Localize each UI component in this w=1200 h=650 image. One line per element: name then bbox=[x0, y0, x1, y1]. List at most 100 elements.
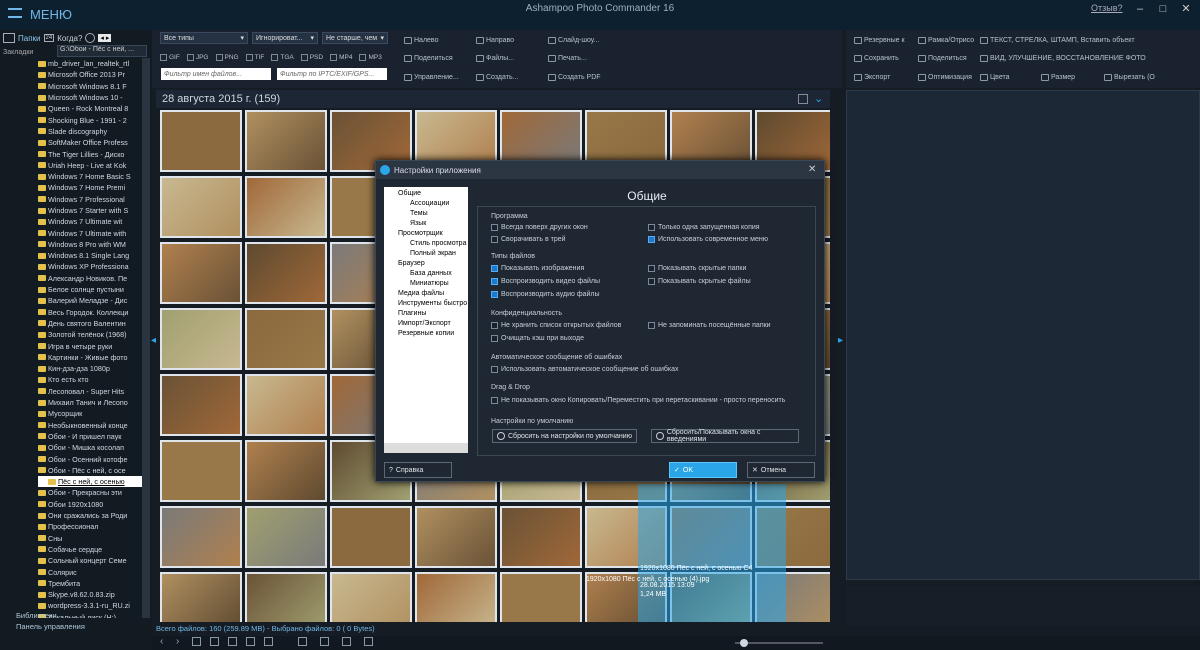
settings-nav-item[interactable]: Браузер bbox=[398, 260, 425, 267]
reset-windows-button[interactable]: Сбросить/Показывать окна с введениями bbox=[651, 429, 799, 443]
slideshow-button[interactable]: Слайд-шоу... bbox=[548, 35, 599, 46]
colors-button[interactable]: Цвета bbox=[980, 72, 1010, 83]
save-button[interactable]: Сохранить bbox=[854, 53, 899, 64]
tree-item[interactable]: Обои - Прекрасны эти bbox=[38, 487, 142, 498]
tree-item[interactable]: Queen - Rock Montreal 8 bbox=[38, 103, 142, 114]
option-checkbox[interactable]: Воспроизводить аудио файлы bbox=[491, 291, 600, 298]
tree-item[interactable]: Золотой телёнок (1968) bbox=[38, 329, 142, 340]
tree-item[interactable]: Собачье сердце bbox=[38, 544, 142, 555]
menu-icon[interactable] bbox=[8, 8, 22, 18]
control-panel-item[interactable]: Панель управления bbox=[16, 622, 152, 631]
format-checkbox[interactable]: PNG bbox=[215, 52, 239, 62]
tree-item[interactable]: Солярис bbox=[38, 566, 142, 577]
cut-button[interactable]: Вырезать (О bbox=[1104, 72, 1155, 83]
tree-item[interactable]: Windows XP Professiona bbox=[38, 261, 142, 272]
rotate-left-button[interactable]: Налево bbox=[404, 35, 438, 46]
settings-nav-item[interactable]: Просмотрщик bbox=[398, 230, 443, 237]
photo-thumbnail[interactable] bbox=[245, 176, 327, 238]
settings-nav-item[interactable]: Инструменты быстро bbox=[398, 300, 467, 307]
settings-nav-item[interactable]: Медиа файлы bbox=[398, 290, 444, 297]
option-checkbox[interactable]: Только одна запущенная копия bbox=[648, 224, 760, 231]
tree-item[interactable]: Весь Городок. Коллекци bbox=[38, 307, 142, 318]
rotate-right-button[interactable]: Направо bbox=[476, 35, 514, 46]
type-filter-select[interactable]: Все типы ▾ bbox=[160, 32, 248, 44]
tree-item[interactable]: Необыкновенный конце bbox=[38, 420, 142, 431]
maximize-button[interactable]: □ bbox=[1153, 2, 1173, 16]
photo-thumbnail[interactable] bbox=[500, 506, 582, 568]
tree-item[interactable]: Сны bbox=[38, 532, 142, 543]
right-scroll-arrow-icon[interactable]: ▸ bbox=[838, 335, 843, 346]
tree-item[interactable]: Сольный концерт Семе bbox=[38, 555, 142, 566]
format-checkbox[interactable]: TGA bbox=[271, 52, 294, 62]
tree-item[interactable]: Игра в четыре руки bbox=[38, 340, 142, 351]
settings-nav-item[interactable]: Темы bbox=[410, 210, 428, 217]
settings-nav-item[interactable]: Общие bbox=[398, 190, 421, 197]
settings-nav-item[interactable]: Импорт/Экспорт bbox=[398, 320, 451, 327]
tree-item[interactable]: Трембита bbox=[38, 578, 142, 589]
photo-thumbnail[interactable] bbox=[330, 572, 412, 622]
settings-nav-item[interactable]: Миниатюры bbox=[410, 280, 449, 287]
scroll-arrows[interactable]: ◂ ▸ bbox=[98, 34, 112, 42]
option-checkbox[interactable]: Всегда поверх других окон bbox=[491, 224, 588, 231]
close-button[interactable]: ✕ bbox=[1176, 2, 1196, 16]
flag-icon[interactable] bbox=[342, 637, 351, 646]
minimize-button[interactable]: – bbox=[1130, 2, 1150, 16]
tree-item[interactable]: Microsoft Office 2013 Pr bbox=[38, 69, 142, 80]
filter-icon[interactable] bbox=[264, 637, 273, 646]
tree-item[interactable]: Кто есть кто bbox=[38, 374, 142, 385]
settings-nav-item[interactable]: Резервные копии bbox=[398, 330, 454, 337]
photo-thumbnail[interactable] bbox=[245, 242, 327, 304]
photo-thumbnail[interactable] bbox=[245, 440, 327, 502]
format-checkbox[interactable]: MP4 bbox=[330, 52, 352, 62]
tree-item[interactable]: Они сражались за Роди bbox=[38, 510, 142, 521]
manage-button[interactable]: Управление... bbox=[404, 72, 459, 83]
photo-thumbnail[interactable] bbox=[330, 506, 412, 568]
photo-thumbnail[interactable] bbox=[160, 176, 242, 238]
tree-item[interactable]: Windows 8.1 Single Lang bbox=[38, 250, 142, 261]
option-checkbox[interactable]: Показывать скрытые папки bbox=[648, 265, 746, 272]
settings-nav-item[interactable]: База данных bbox=[410, 270, 452, 277]
tree-item[interactable]: The Tiger Lillies - Диско bbox=[38, 148, 142, 159]
ignore-select[interactable]: Игнорироват... ▾ bbox=[252, 32, 318, 44]
tree-item[interactable]: Обои - Мишка косолап bbox=[38, 442, 142, 453]
tree-item[interactable]: Михаил Танич и Лесопо bbox=[38, 397, 142, 408]
option-checkbox[interactable]: Показывать скрытые файлы bbox=[648, 278, 751, 285]
option-checkbox[interactable]: Не показывать окно Копировать/Переместит… bbox=[491, 397, 785, 404]
tree-item[interactable]: Uriah Heep - Live at Kok bbox=[38, 160, 142, 171]
photo-thumbnail[interactable] bbox=[160, 242, 242, 304]
text-stamp-button[interactable]: ТЕКСТ, СТРЕЛКА, ШТАМП, Вставить объект bbox=[980, 35, 1135, 46]
backup-button[interactable]: Резервные к bbox=[854, 35, 905, 46]
tree-item[interactable]: Windows 7 Starter with S bbox=[38, 205, 142, 216]
option-checkbox[interactable]: Не запоминать посещённые папки bbox=[648, 322, 771, 329]
left-scroll-arrow-icon[interactable]: ◂ bbox=[151, 335, 156, 346]
files-button[interactable]: Файлы... bbox=[476, 53, 514, 64]
collapse-chevron-icon[interactable]: ⌄ bbox=[814, 92, 823, 105]
tree-item[interactable]: Лесоповал - Super Hits bbox=[38, 386, 142, 397]
select-all-checkbox[interactable] bbox=[798, 94, 808, 104]
nav-scrollbar[interactable] bbox=[384, 443, 468, 453]
tab-when[interactable]: Когда? bbox=[57, 34, 82, 43]
sort-icon[interactable] bbox=[298, 637, 307, 646]
tab-folders[interactable]: Папки bbox=[18, 34, 41, 43]
optimize-button[interactable]: Оптимизация bbox=[918, 72, 972, 83]
tree-item[interactable]: Slade discography bbox=[38, 126, 142, 137]
create-button[interactable]: Создать... bbox=[476, 72, 518, 83]
up-icon[interactable] bbox=[192, 637, 201, 646]
tree-item[interactable]: Александр Новиков. Пе bbox=[38, 273, 142, 284]
format-checkbox[interactable]: TIF bbox=[245, 52, 264, 62]
folder-up-icon[interactable] bbox=[210, 637, 219, 646]
option-checkbox[interactable]: Сворачивать в трей bbox=[491, 236, 566, 243]
cancel-button[interactable]: ✕ Отмена bbox=[747, 462, 815, 478]
tree-item[interactable]: Обои 1920x1080 bbox=[38, 499, 142, 510]
help-button[interactable]: ? Справка bbox=[384, 462, 452, 478]
share-button[interactable]: Поделиться bbox=[404, 53, 453, 64]
photo-thumbnail[interactable] bbox=[245, 110, 327, 172]
photo-thumbnail[interactable] bbox=[415, 506, 497, 568]
globe-icon[interactable] bbox=[85, 33, 96, 43]
tree-item[interactable]: Windows 7 Home Premi bbox=[38, 182, 142, 193]
dialog-close-button[interactable]: ✕ bbox=[808, 164, 816, 175]
tree-item[interactable]: Белое солнце пустыни bbox=[38, 284, 142, 295]
format-checkbox[interactable]: MP3 bbox=[359, 52, 382, 62]
layout-icon[interactable] bbox=[246, 637, 255, 646]
tree-item[interactable]: День святого Валентин bbox=[38, 318, 142, 329]
